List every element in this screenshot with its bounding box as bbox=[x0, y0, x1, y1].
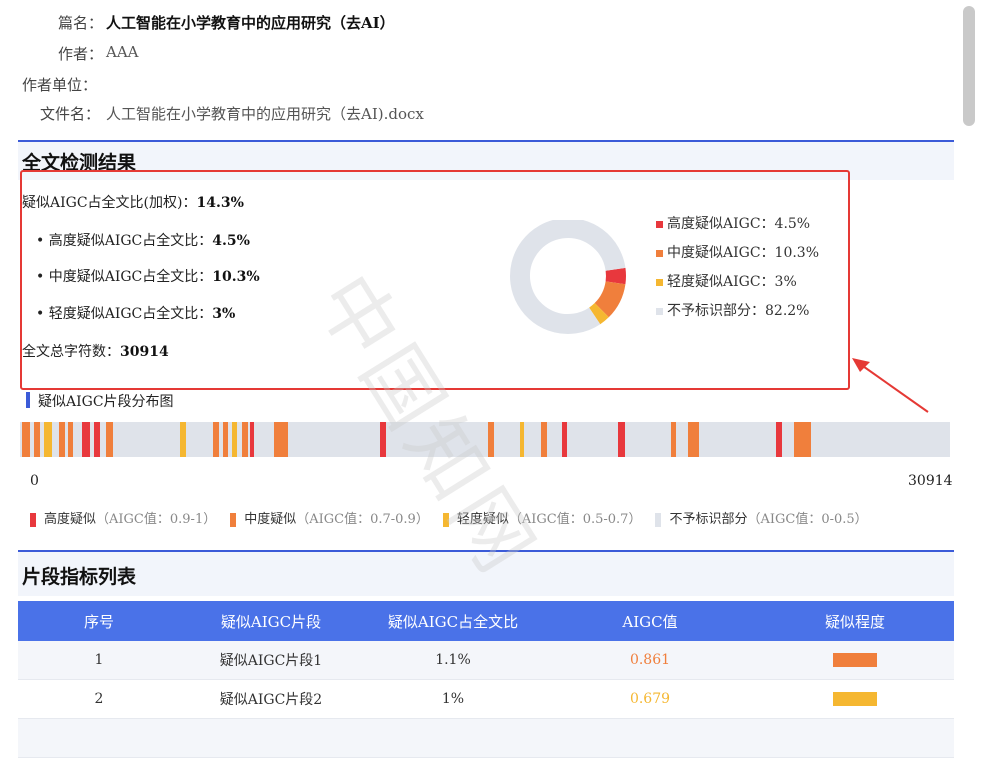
col-aigc-value: AIGC值 bbox=[544, 601, 756, 641]
fragment-section-title: 片段指标列表 bbox=[22, 566, 137, 588]
distribution-segment[interactable] bbox=[22, 422, 30, 457]
level-bar bbox=[833, 692, 877, 706]
row-aigc-value: 0.679 bbox=[544, 679, 756, 719]
row-level bbox=[756, 679, 954, 719]
legend-label: 不予标识部分 bbox=[669, 512, 748, 527]
legend-range: （AIGC值：0.7-0.9） bbox=[296, 512, 429, 527]
legend-label: 轻度疑似 bbox=[456, 512, 509, 527]
legend-range: （AIGC值：0.5-0.7） bbox=[508, 512, 642, 527]
author-value: AAA bbox=[106, 43, 139, 61]
table-row[interactable]: 1 疑似AIGC片段1 1.1% 0.861 bbox=[18, 641, 954, 680]
col-index: 序号 bbox=[18, 601, 180, 641]
distribution-segment[interactable] bbox=[82, 422, 90, 457]
distribution-segment[interactable] bbox=[68, 422, 73, 457]
distribution-start: 0 bbox=[30, 473, 39, 489]
distribution-segment[interactable] bbox=[380, 422, 386, 457]
table-row-partial bbox=[18, 718, 954, 758]
distribution-segment[interactable] bbox=[794, 422, 802, 457]
level-bar bbox=[833, 653, 877, 667]
distribution-end: 30914 bbox=[908, 473, 953, 489]
distribution-bar bbox=[20, 422, 950, 457]
row-fragment-name[interactable]: 疑似AIGC片段2 bbox=[180, 679, 362, 719]
distribution-segment[interactable] bbox=[213, 422, 219, 457]
distribution-legend-item: 中度疑似（AIGC值：0.7-0.9） bbox=[230, 512, 429, 527]
row-index: 2 bbox=[18, 679, 180, 719]
distribution-segment[interactable] bbox=[250, 422, 254, 457]
col-ratio: 疑似AIGC占全文比 bbox=[362, 601, 544, 641]
col-fragment: 疑似AIGC片段 bbox=[180, 601, 362, 641]
legend-label: 中度疑似 bbox=[244, 512, 297, 527]
highlight-box bbox=[20, 170, 850, 390]
legend-label: 高度疑似 bbox=[44, 512, 97, 527]
distribution-legend-item: 轻度疑似（AIGC值：0.5-0.7） bbox=[442, 512, 642, 527]
distribution-legend-item: 高度疑似（AIGC值：0.9-1） bbox=[30, 512, 216, 527]
legend-range: （AIGC值：0-0.5） bbox=[747, 512, 868, 527]
legend-range: （AIGC值：0.9-1） bbox=[96, 512, 217, 527]
distribution-segment[interactable] bbox=[44, 422, 52, 457]
distribution-segment[interactable] bbox=[242, 422, 248, 457]
section-divider bbox=[18, 140, 954, 142]
unit-label: 作者单位： bbox=[22, 76, 98, 94]
distribution-segment[interactable] bbox=[776, 422, 782, 457]
paper-title: 人工智能在小学教育中的应用研究（去AI） bbox=[106, 14, 395, 32]
distribution-segment[interactable] bbox=[688, 422, 699, 457]
row-index: 1 bbox=[18, 641, 180, 680]
distribution-segment[interactable] bbox=[59, 422, 65, 457]
distribution-segment[interactable] bbox=[94, 422, 100, 457]
section-divider bbox=[18, 550, 954, 552]
distribution-segment[interactable] bbox=[488, 422, 494, 457]
distribution-segment[interactable] bbox=[106, 422, 113, 457]
distribution-segment[interactable] bbox=[802, 422, 811, 457]
row-ratio: 1% bbox=[362, 679, 544, 719]
author-label: 作者： bbox=[58, 45, 104, 63]
distribution-segment[interactable] bbox=[232, 422, 237, 457]
col-level: 疑似程度 bbox=[756, 601, 954, 641]
annotation-arrow-icon bbox=[852, 358, 929, 413]
row-aigc-value: 0.861 bbox=[544, 641, 756, 680]
distribution-title: 疑似AIGC片段分布图 bbox=[38, 394, 174, 410]
distribution-legend: 高度疑似（AIGC值：0.9-1） 中度疑似（AIGC值：0.7-0.9） 轻度疑似… bbox=[30, 508, 882, 527]
row-level bbox=[756, 641, 954, 680]
file-label: 文件名： bbox=[40, 105, 101, 123]
distribution-segment[interactable] bbox=[223, 422, 228, 457]
scrollbar-thumb[interactable] bbox=[963, 6, 975, 126]
distribution-segment[interactable] bbox=[34, 422, 40, 457]
legend-swatch bbox=[655, 512, 662, 527]
fragment-section-header: 片段指标列表 bbox=[18, 550, 954, 596]
legend-swatch bbox=[230, 512, 237, 527]
distribution-segment[interactable] bbox=[671, 422, 676, 457]
row-ratio: 1.1% bbox=[362, 641, 544, 680]
file-name: 人工智能在小学教育中的应用研究（去AI).docx bbox=[106, 105, 424, 123]
title-label: 篇名： bbox=[58, 14, 104, 32]
row-fragment-name[interactable]: 疑似AIGC片段1 bbox=[180, 641, 362, 680]
distribution-segment[interactable] bbox=[180, 422, 186, 457]
distribution-segment[interactable] bbox=[520, 422, 524, 457]
legend-swatch bbox=[30, 512, 36, 527]
distribution-segment[interactable] bbox=[562, 422, 567, 457]
distribution-segment[interactable] bbox=[274, 422, 288, 457]
fragment-table: 序号 疑似AIGC片段 疑似AIGC占全文比 AIGC值 疑似程度 1 疑似AI… bbox=[18, 601, 954, 758]
legend-swatch bbox=[442, 512, 449, 527]
distribution-title-marker bbox=[26, 392, 30, 408]
table-row[interactable]: 2 疑似AIGC片段2 1% 0.679 bbox=[18, 679, 954, 719]
distribution-segment[interactable] bbox=[618, 422, 625, 457]
distribution-segment[interactable] bbox=[541, 422, 547, 457]
table-header-row: 序号 疑似AIGC片段 疑似AIGC占全文比 AIGC值 疑似程度 bbox=[18, 601, 954, 641]
distribution-legend-item: 不予标识部分（AIGC值：0-0.5） bbox=[655, 512, 868, 527]
